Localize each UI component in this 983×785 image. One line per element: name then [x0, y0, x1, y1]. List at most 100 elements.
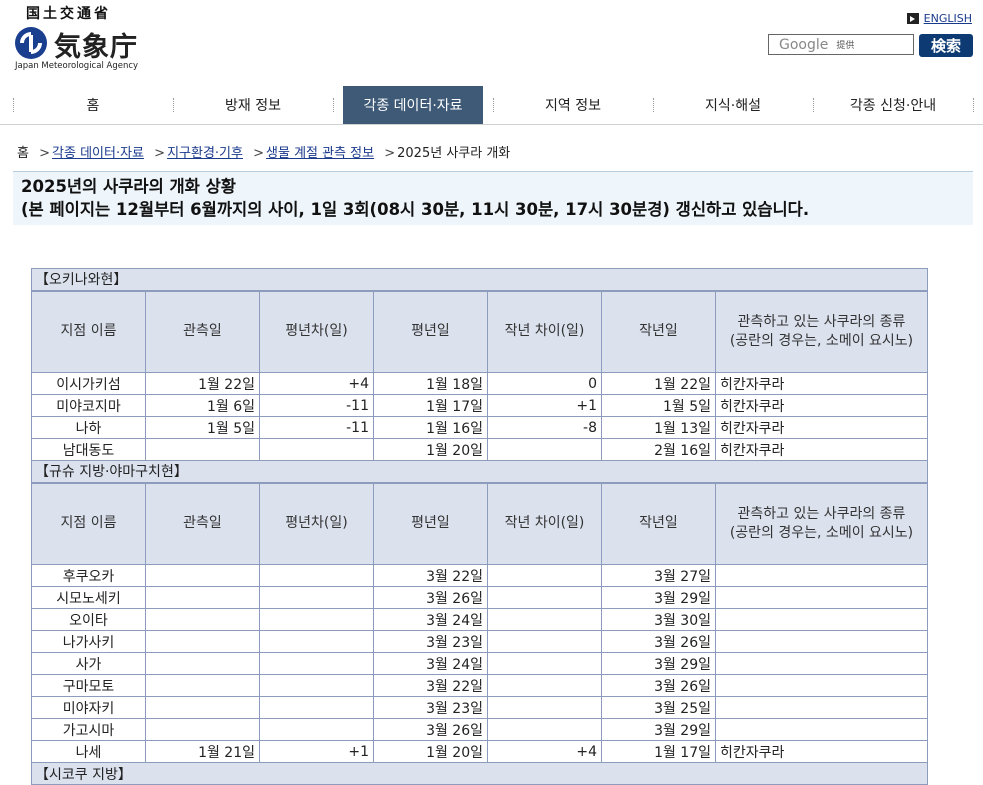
cell-normal-date: 1월 17일 — [373, 394, 488, 417]
table-row: 남대동도 1월 20일 2월 16일 히칸자쿠라 — [31, 438, 928, 461]
cell-normal-date: 3월 23일 — [373, 696, 488, 719]
column-header-normal-date: 평년일 — [373, 481, 488, 565]
column-header-tree-type: 관측하고 있는 사쿠라의 종류 (공란의 경우는, 소메이 요시노) — [715, 289, 928, 373]
cell-station-name: 사가 — [31, 652, 146, 675]
nav-item-regional-info[interactable]: 지역 정보 — [493, 86, 653, 124]
cell-normal-date: 1월 20일 — [373, 438, 488, 461]
cell-normal-diff: +4 — [259, 372, 374, 395]
cell-observed-date — [145, 586, 260, 609]
column-header-normal-date: 평년일 — [373, 289, 488, 373]
cell-station-name: 오이타 — [31, 608, 146, 631]
page-title-box: 2025년의 사쿠라의 개화 상황 (본 페이지는 12월부터 6월까지의 사이… — [13, 171, 973, 225]
cell-observed-date — [145, 438, 260, 461]
region-name: 【시코쿠 지방】 — [31, 762, 928, 785]
cell-observed-date: 1월 21일 — [145, 740, 260, 763]
cell-observed-date — [145, 608, 260, 631]
agency-name[interactable]: 気象庁 — [54, 25, 138, 64]
nav-item-home[interactable]: 홈 — [13, 86, 173, 124]
breadcrumb-arrow-icon: > — [154, 146, 166, 161]
cell-last-year-date: 3월 29일 — [601, 652, 716, 675]
table-row: 가고시마 3월 26일 3월 29일 — [31, 718, 928, 741]
play-arrow-icon — [906, 13, 919, 24]
cell-normal-date: 3월 22일 — [373, 674, 488, 697]
region-name: 【규슈 지방·야마구치현】 — [31, 460, 928, 483]
region-row: 【오키나와현】 — [31, 268, 928, 291]
cell-tree-type: 히칸자쿠라 — [715, 740, 928, 763]
table-row: 나가사키 3월 23일 3월 26일 — [31, 630, 928, 653]
cell-normal-date: 3월 24일 — [373, 608, 488, 631]
cell-normal-date: 1월 16일 — [373, 416, 488, 439]
cell-observed-date — [145, 696, 260, 719]
cell-last-year-diff: +1 — [487, 394, 602, 417]
cell-normal-date: 3월 23일 — [373, 630, 488, 653]
table-row: 미야자키 3월 23일 3월 25일 — [31, 696, 928, 719]
region-row: 【시코쿠 지방】 — [31, 762, 928, 785]
table-row: 시모노세키 3월 26일 3월 29일 — [31, 586, 928, 609]
cell-tree-type: 히칸자쿠라 — [715, 372, 928, 395]
column-header-last-year-date: 작년일 — [601, 289, 716, 373]
cell-station-name: 나가사키 — [31, 630, 146, 653]
breadcrumb-home[interactable]: 홈 — [17, 146, 29, 161]
cell-last-year-diff — [487, 438, 602, 461]
column-header-station-name: 지점 이름 — [31, 481, 146, 565]
region-name: 【오키나와현】 — [31, 268, 928, 291]
cell-observed-date — [145, 718, 260, 741]
cell-normal-date: 3월 26일 — [373, 586, 488, 609]
cell-tree-type — [715, 652, 928, 675]
ministry-name: 国土交通省 — [26, 6, 111, 22]
breadcrumb-link-phenology[interactable]: 생물 계절 관측 정보 — [266, 146, 374, 161]
cell-station-name: 구마모토 — [31, 674, 146, 697]
cell-last-year-diff: -8 — [487, 416, 602, 439]
search-button[interactable]: 検索 — [919, 34, 973, 57]
cell-tree-type — [715, 586, 928, 609]
jma-logo-icon[interactable] — [14, 26, 48, 60]
nav-item-disaster-info[interactable]: 방재 정보 — [173, 86, 333, 124]
cell-station-name: 후쿠오카 — [31, 564, 146, 587]
breadcrumb-link-data[interactable]: 각종 데이터·자료 — [52, 146, 144, 161]
cell-normal-diff: -11 — [259, 394, 374, 417]
cell-observed-date — [145, 652, 260, 675]
cell-station-name: 남대동도 — [31, 438, 146, 461]
breadcrumb: 홈 > 각종 데이터·자료 > 지구환경·기후 > 생물 계절 관측 정보 >2025… — [17, 142, 510, 161]
cell-last-year-date: 1월 17일 — [601, 740, 716, 763]
column-header-tree-type: 관측하고 있는 사쿠라의 종류 (공란의 경우는, 소메이 요시노) — [715, 481, 928, 565]
english-link[interactable]: ENGLISH — [906, 12, 972, 25]
page-subtitle: (본 페이지는 12월부터 6월까지의 사이, 1일 3회(08시 30분, 1… — [21, 200, 810, 219]
table-row: 미야코지마 1월 6일 -11 1월 17일 +1 1월 5일 히칸자쿠라 — [31, 394, 928, 417]
cell-normal-diff — [259, 696, 374, 719]
breadcrumb-arrow-icon: > — [39, 146, 51, 161]
cell-tree-type — [715, 674, 928, 697]
english-link-label[interactable]: ENGLISH — [924, 12, 972, 25]
cell-normal-diff — [259, 608, 374, 631]
table-row: 이시가키섬 1월 22일 +4 1월 18일 0 1월 22일 히칸자쿠라 — [31, 372, 928, 395]
column-header-last-year-diff: 작년 차이(일) — [487, 289, 602, 373]
cell-last-year-diff — [487, 586, 602, 609]
nav-divider — [333, 98, 334, 112]
nav-item-data[interactable]: 각종 데이터·자료 — [343, 86, 483, 124]
cell-station-name: 나세 — [31, 740, 146, 763]
column-header-observed-date: 관측일 — [145, 481, 260, 565]
cell-normal-date: 3월 22일 — [373, 564, 488, 587]
breadcrumb-link-climate[interactable]: 지구환경·기후 — [167, 146, 243, 161]
cell-last-year-diff — [487, 674, 602, 697]
nav-item-applications[interactable]: 각종 신청·안내 — [813, 86, 973, 124]
nav-item-knowledge[interactable]: 지식·해설 — [653, 86, 813, 124]
cell-tree-type: 히칸자쿠라 — [715, 416, 928, 439]
cell-tree-type: 히칸자쿠라 — [715, 394, 928, 417]
search-input[interactable]: Google 提供 — [768, 34, 914, 55]
google-brand-label: Google — [779, 36, 829, 53]
cell-last-year-date: 3월 25일 — [601, 696, 716, 719]
page-title: 2025년의 사쿠라의 개화 상황 — [21, 177, 236, 196]
cell-observed-date — [145, 564, 260, 587]
region-row: 【규슈 지방·야마구치현】 — [31, 460, 928, 483]
cell-last-year-diff — [487, 630, 602, 653]
site-header: 国土交通省 気象庁 Japan Meteorological Agency EN… — [0, 0, 983, 86]
cell-normal-diff — [259, 674, 374, 697]
search-provider-label: 提供 — [836, 41, 855, 51]
cell-normal-diff — [259, 652, 374, 675]
cell-tree-type — [715, 608, 928, 631]
column-header-normal-diff: 평년차(일) — [259, 289, 374, 373]
cell-last-year-date: 3월 30일 — [601, 608, 716, 631]
cell-last-year-date: 1월 5일 — [601, 394, 716, 417]
sakura-bloom-table: 【오키나와현】 지점 이름 관측일 평년차(일) 평년일 작년 차이(일) 작년일 관측하고 … — [31, 268, 928, 785]
